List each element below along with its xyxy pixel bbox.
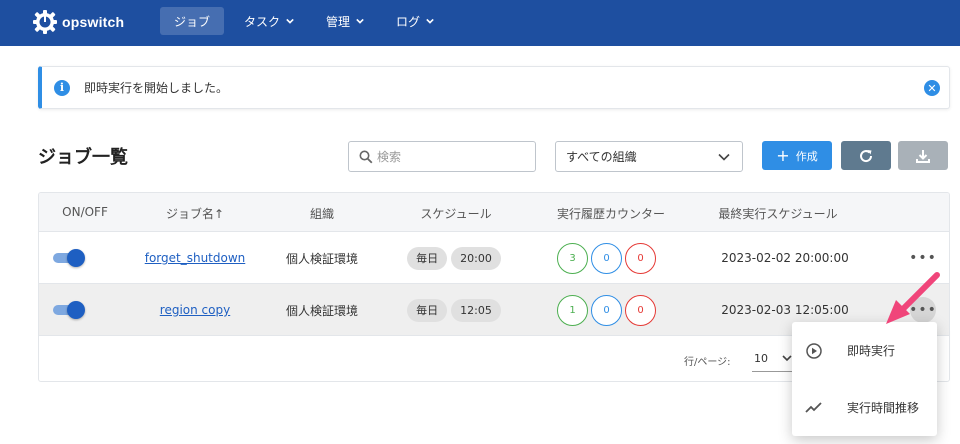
sort-arrow-up-icon: ↑ — [213, 207, 225, 221]
nav-item-label: ジョブ — [174, 14, 211, 29]
search-icon — [359, 150, 373, 163]
chevron-down-icon — [286, 18, 294, 24]
more-options-icon[interactable]: ••• — [909, 297, 936, 323]
schedule-frequency-chip: 毎日 — [407, 246, 448, 270]
opswitch-logo-icon — [33, 10, 57, 34]
org-cell: 個人検証環境 — [285, 303, 358, 318]
org-cell: 個人検証環境 — [285, 251, 358, 266]
column-header-label: ジョブ名 — [165, 207, 214, 221]
nav-item-tasks[interactable]: タスク — [232, 7, 306, 35]
app-name: opswitch — [62, 14, 125, 30]
nav-item-admin[interactable]: 管理 — [314, 7, 376, 35]
toggle-switch[interactable] — [53, 249, 85, 267]
page-title: ジョブ一覧 — [38, 147, 128, 168]
rows-per-page-label: 行/ページ: — [684, 357, 731, 368]
success-counter[interactable]: 3 — [557, 242, 588, 274]
toggle-knob — [67, 249, 85, 267]
failure-counter[interactable]: 0 — [625, 242, 656, 274]
play-circle-icon — [806, 342, 822, 359]
menu-item-label: 即時実行 — [847, 344, 896, 358]
job-name-link[interactable]: region copy — [160, 303, 230, 317]
chevron-down-icon — [718, 153, 730, 161]
menu-item-label: 実行時間推移 — [847, 401, 920, 415]
column-header-run-history[interactable]: 実行履歴カウンター — [547, 205, 675, 222]
app-logo[interactable]: opswitch — [32, 9, 124, 35]
schedule-time-chip: 20:00 — [451, 246, 501, 270]
enable-toggle[interactable] — [53, 232, 85, 284]
rows-per-page-value: 10 — [754, 352, 768, 365]
column-header-org[interactable]: 組織 — [297, 205, 347, 222]
column-header-schedule[interactable]: スケジュール — [413, 205, 499, 222]
job-name-cell: forget_shutdown — [135, 232, 255, 284]
refresh-button[interactable] — [841, 141, 891, 170]
create-button-label: 作成 — [795, 149, 818, 163]
job-name-cell: region copy — [135, 284, 255, 336]
download-icon — [916, 149, 930, 163]
run-history-counters: 3 0 0 — [555, 232, 661, 284]
failure-counter[interactable]: 0 — [625, 294, 656, 326]
schedule-time-chip: 12:05 — [451, 298, 501, 322]
search-field[interactable] — [348, 141, 536, 172]
running-counter[interactable]: 0 — [591, 242, 622, 274]
search-input[interactable] — [377, 149, 527, 164]
success-counter[interactable]: 1 — [557, 294, 588, 326]
row-actions: ••• — [909, 232, 936, 284]
alert-message: 即時実行を開始しました。 — [84, 81, 229, 95]
toggle-switch[interactable] — [53, 301, 85, 319]
toggle-knob — [67, 301, 85, 319]
last-run-cell: 2023-02-02 20:00:00 — [721, 251, 849, 265]
chevron-down-icon — [356, 18, 364, 24]
menu-item-run-now[interactable]: 即時実行 — [792, 322, 937, 379]
organization-select[interactable]: すべての組織 — [555, 141, 743, 172]
plus-icon: + — [776, 145, 790, 165]
more-options-icon[interactable]: ••• — [909, 245, 936, 271]
trend-line-icon — [805, 401, 822, 413]
column-header-job-name[interactable]: ジョブ名↑ — [149, 205, 241, 222]
menu-item-execution-time-trend[interactable]: 実行時間推移 — [792, 379, 937, 436]
column-header-onoff[interactable]: ON/OFF — [57, 205, 113, 219]
top-navigation-bar: opswitch ジョブ タスク 管理 ログ — [0, 0, 960, 46]
refresh-icon — [860, 149, 873, 162]
schedule-cell: 毎日 20:00 — [407, 232, 503, 284]
row-context-menu: 即時実行 実行時間推移 — [792, 322, 937, 436]
table-header: ON/OFF ジョブ名↑ 組織 スケジュール 実行履歴カウンター 最終実行スケジ… — [39, 193, 949, 232]
chevron-down-icon — [782, 355, 792, 362]
nav-item-label: ログ — [396, 14, 421, 29]
create-button[interactable]: + 作成 — [762, 141, 832, 170]
info-icon: i — [54, 79, 70, 96]
main-nav: ジョブ タスク 管理 ログ — [160, 7, 454, 35]
job-name-link[interactable]: forget_shutdown — [145, 251, 246, 265]
chevron-down-icon — [426, 18, 434, 24]
schedule-frequency-chip: 毎日 — [407, 298, 448, 322]
running-counter[interactable]: 0 — [591, 294, 622, 326]
close-icon[interactable]: ✕ — [924, 80, 940, 96]
nav-item-label: 管理 — [326, 14, 351, 29]
nav-item-logs[interactable]: ログ — [384, 7, 446, 35]
column-header-last-run[interactable]: 最終実行スケジュール — [711, 205, 845, 222]
schedule-cell: 毎日 12:05 — [407, 284, 503, 336]
download-button[interactable] — [898, 141, 948, 170]
rows-per-page-select[interactable]: 10 — [752, 346, 792, 372]
run-history-counters: 1 0 0 — [555, 284, 661, 336]
table-row: forget_shutdown 個人検証環境 毎日 20:00 3 0 0 20… — [39, 232, 949, 284]
info-alert: i 即時実行を開始しました。 ✕ — [38, 66, 950, 109]
organization-select-value: すべての組織 — [566, 150, 637, 164]
nav-item-jobs[interactable]: ジョブ — [160, 7, 225, 35]
nav-item-label: タスク — [244, 14, 281, 29]
enable-toggle[interactable] — [53, 284, 85, 336]
